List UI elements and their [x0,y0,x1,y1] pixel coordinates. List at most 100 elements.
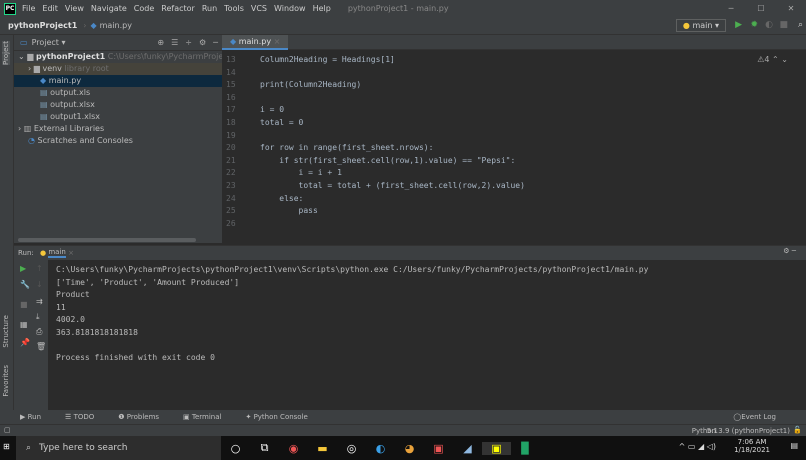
clock[interactable]: 7:06 AM 1/18/2021 [734,438,770,454]
interpreter-selector[interactable]: Python 3.9 (pythonProject1) [692,427,790,435]
event-log-button[interactable]: ◯Event Log [733,413,788,421]
rerun-icon[interactable]: ▶ [20,264,26,273]
favorites-tool-tab[interactable]: Favorites [2,365,10,397]
hide-icon[interactable]: ─ [213,38,218,47]
collapse-all-icon[interactable]: ÷ [185,38,192,47]
pin-icon[interactable]: 📌 [20,338,30,347]
menu-refactor[interactable]: Refactor [161,4,195,13]
code-line[interactable]: 24 else: [222,193,806,206]
close-button[interactable]: ✕ [776,0,806,17]
settings-gear-icon[interactable]: ⚙ ─ [783,247,796,255]
soft-wrap-icon[interactable]: ⇉ [36,297,43,306]
scroll-to-end-icon[interactable]: ⤓ [36,312,40,322]
taskbar-search[interactable]: ⌕ Type here to search [16,436,221,460]
menu-vcs[interactable]: VCS [251,4,267,13]
run-label: Run: [18,249,34,257]
tree-external-libraries[interactable]: › ▥ External Libraries [14,123,222,135]
chrome-icon[interactable]: ◕ [395,442,424,455]
tree-file[interactable]: ◆ main.py [14,75,222,87]
coverage-icon[interactable]: ◐ [765,20,773,30]
console-output[interactable]: C:\Users\funky\PycharmProjects\pythonPro… [56,264,648,364]
excel-icon[interactable]: ▉ [511,442,540,455]
menu-window[interactable]: Window [274,4,306,13]
code-line[interactable]: 23 total = total + (first_sheet.cell(row… [222,180,806,193]
menu-view[interactable]: View [65,4,84,13]
tree-scratches[interactable]: ◔ Scratches and Consoles [14,135,222,147]
wrench-icon[interactable]: 🔧 [20,280,30,289]
expand-all-icon[interactable]: ☰ [171,38,178,47]
python-console-tool-tab[interactable]: ✦ Python Console [245,413,319,421]
task-view-icon[interactable]: ⧉ [250,441,279,455]
code-line[interactable]: 25 pass [222,205,806,218]
pycharm-taskbar-icon[interactable]: ▣ [482,441,511,455]
project-tool-tab[interactable]: Project [2,41,10,65]
search-icon[interactable]: ⌕ [798,20,803,30]
run-tool-tab[interactable]: ▶ Run [20,413,53,421]
structure-tool-tab[interactable]: Structure [2,315,10,348]
print-icon[interactable]: ⎙ [36,327,42,337]
window-title: pythonProject1 - main.py [347,4,449,13]
todo-tool-tab[interactable]: ☰ TODO [65,413,106,421]
code-line[interactable]: 21 if str(first_sheet.cell(row,1).value)… [222,155,806,168]
app-icon-3[interactable]: ◢ [453,442,482,455]
down-icon[interactable]: ↓ [36,280,43,289]
debug-icon[interactable]: ✹ [750,20,758,30]
menu-help[interactable]: Help [313,4,331,13]
menu-file[interactable]: File [22,4,35,13]
stop-icon[interactable]: ■ [779,20,788,30]
gear-icon[interactable]: ⚙ [199,38,206,47]
edge-icon[interactable]: ◐ [366,442,395,455]
project-view-select[interactable]: Project [32,38,59,47]
run-config-select[interactable]: ● main ▾ [675,19,726,32]
problems-tool-tab[interactable]: ❶ Problems [118,413,171,421]
code-line[interactable]: 22 i = i + 1 [222,167,806,180]
code-line[interactable]: 16 [222,92,806,105]
trash-icon[interactable]: 🗑 [36,342,46,351]
windows-start-icon[interactable]: ⊞ [3,442,10,451]
file-name: output.xlsx [50,100,95,109]
code-line[interactable]: 19 [222,130,806,143]
run-icon[interactable]: ▶ [735,20,742,30]
file-explorer-icon[interactable]: ▬ [308,442,337,455]
terminal-tool-tab[interactable]: ▣ Terminal [183,413,233,421]
app-icon-2[interactable]: ▣ [424,442,453,455]
tree-file[interactable]: ▤ output.xlsx [14,99,222,111]
tree-file[interactable]: ▤ output1.xlsx [14,111,222,123]
menu-tools[interactable]: Tools [224,4,244,13]
menu-code[interactable]: Code [134,4,154,13]
breadcrumb-file[interactable]: main.py [100,21,132,30]
maximize-button[interactable]: ☐ [746,0,776,17]
code-line[interactable]: 17 i = 0 [222,104,806,117]
app-icon[interactable]: ◉ [279,442,308,455]
tree-file[interactable]: ▤ output.xls [14,87,222,99]
horizontal-scrollbar[interactable] [18,238,196,242]
cortana-icon[interactable]: ○ [221,442,250,455]
notifications-icon[interactable]: ▤ [790,441,798,450]
code-line[interactable]: 15 print(Column2Heading) [222,79,806,92]
line-number: 22 [226,168,236,178]
editor-tab-main-py[interactable]: ◆ main.py × [222,35,289,50]
run-tab[interactable]: main [48,248,66,258]
code-line[interactable]: 26 [222,218,806,231]
toggle-tool-windows-icon[interactable]: ▢ [4,426,11,434]
code-line[interactable]: 20 for row in range(first_sheet.nrows): [222,142,806,155]
breadcrumb-project[interactable]: pythonProject1 [8,21,77,30]
up-icon[interactable]: ↑ [36,264,43,273]
menu-edit[interactable]: Edit [42,4,58,13]
locate-icon[interactable]: ⊕ [157,38,164,47]
tree-venv[interactable]: › ▆ venv library root [14,63,222,75]
lock-icon[interactable]: 🔓 [793,426,802,434]
tree-root[interactable]: ⌄ ▆ pythonProject1 C:\Users\funky\Pychar… [14,51,222,63]
stop-icon[interactable]: ■ [20,300,28,309]
obs-icon[interactable]: ◎ [337,442,366,455]
menu-run[interactable]: Run [202,4,217,13]
layout-icon[interactable]: ▦ [20,320,28,329]
code-line[interactable]: 18 total = 0 [222,117,806,130]
menu-navigate[interactable]: Navigate [91,4,127,13]
code-line[interactable]: 14 [222,67,806,80]
code-line[interactable]: 13 Column2Heading = Headings[1] [222,54,806,67]
code-area[interactable]: 13 Column2Heading = Headings[1] 14 15 print(… [222,54,806,230]
minimize-button[interactable]: ─ [716,0,746,17]
system-tray-icons[interactable]: ^ ▭ ◢ ◁) [679,442,716,451]
